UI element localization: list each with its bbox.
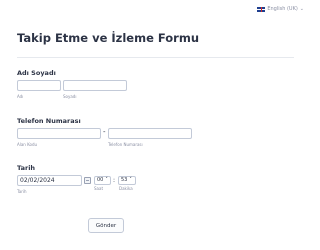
title-divider bbox=[17, 57, 294, 58]
hour-sublabel: Saat bbox=[94, 186, 104, 191]
chevron-down-icon: ⌄ bbox=[299, 6, 304, 12]
time-separator: : bbox=[113, 177, 116, 184]
date-sublabel: Tarih bbox=[17, 189, 27, 194]
date-label: Tarih bbox=[17, 164, 36, 172]
date-input[interactable]: 02/02/2024 bbox=[17, 175, 82, 186]
submit-button[interactable]: Gönder bbox=[88, 218, 124, 233]
area-code-input[interactable] bbox=[17, 128, 101, 139]
phone-number-sublabel: Telefon Numarası bbox=[108, 142, 143, 147]
form-title: Takip Etme ve İzleme Formu bbox=[17, 31, 200, 45]
name-label: Adı Soyadı bbox=[17, 69, 56, 77]
minute-sublabel: Dakika bbox=[119, 186, 133, 191]
last-name-input[interactable] bbox=[63, 80, 127, 91]
phone-number-input[interactable] bbox=[108, 128, 192, 139]
language-label: English (UK) bbox=[267, 6, 298, 12]
calendar-icon[interactable] bbox=[84, 177, 91, 184]
hour-select[interactable]: 00 ˅ bbox=[94, 176, 111, 185]
minute-value: 53 bbox=[121, 177, 128, 183]
hour-value: 00 bbox=[97, 177, 104, 183]
first-name-input[interactable] bbox=[17, 80, 61, 91]
chevron-down-icon: ˅ bbox=[129, 177, 132, 183]
area-code-sublabel: Alan Kodu bbox=[17, 142, 38, 147]
language-selector[interactable]: English (UK) ⌄ bbox=[257, 6, 304, 12]
chevron-down-icon: ˅ bbox=[105, 177, 108, 183]
last-name-sublabel: Soyadı bbox=[63, 94, 77, 99]
minute-select[interactable]: 53 ˅ bbox=[118, 176, 136, 185]
uk-flag-icon bbox=[257, 6, 266, 12]
phone-label: Telefon Numarası bbox=[17, 117, 81, 125]
first-name-sublabel: Adı bbox=[17, 94, 24, 99]
phone-separator: - bbox=[103, 128, 106, 136]
